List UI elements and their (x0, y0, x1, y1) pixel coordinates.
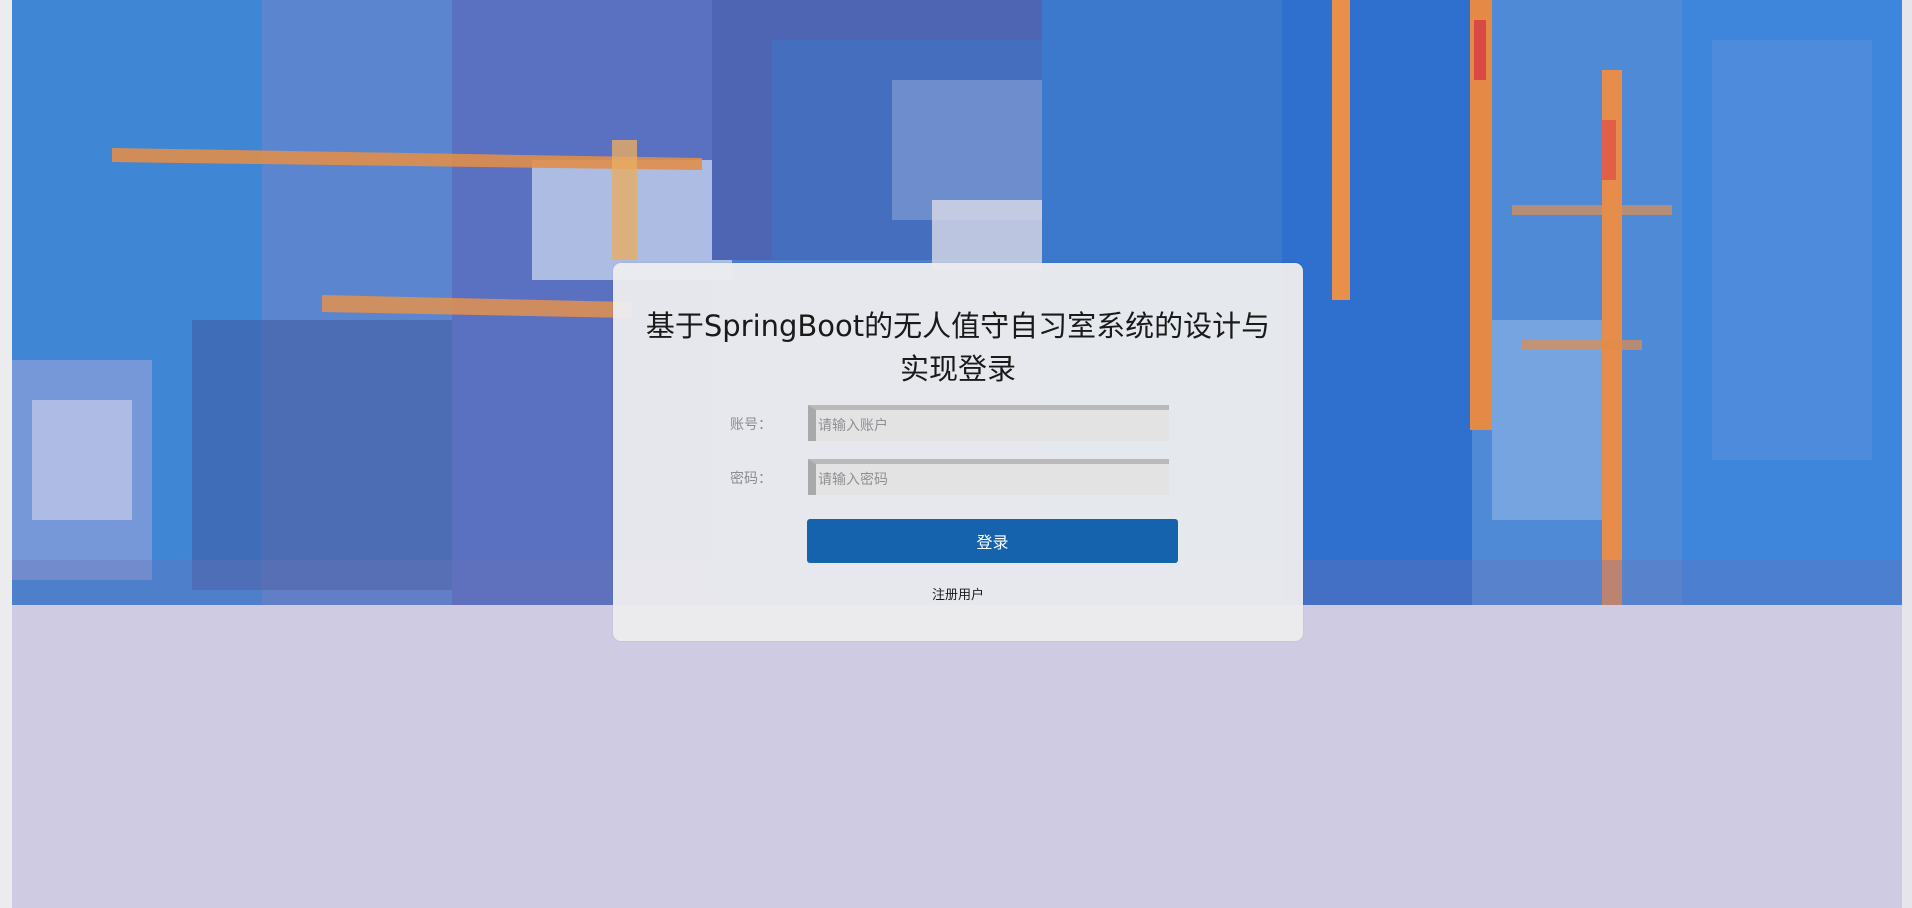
password-row: 密码： (613, 459, 1303, 495)
account-row: 账号： (613, 405, 1303, 441)
login-title: 基于SpringBoot的无人值守自习室系统的设计与实现登录 (645, 309, 1271, 386)
page-edge-right (1902, 0, 1912, 908)
account-label: 账号： (730, 417, 772, 433)
page-edge-left (0, 0, 12, 908)
login-panel: 基于SpringBoot的无人值守自习室系统的设计与实现登录 账号： 密码： 登… (613, 263, 1303, 641)
login-button[interactable]: 登录 (807, 519, 1178, 563)
register-link[interactable]: 注册用户 (613, 584, 1303, 603)
background-lower (12, 605, 1902, 908)
password-label: 密码： (730, 471, 772, 487)
account-input[interactable] (808, 405, 1169, 441)
password-input[interactable] (808, 459, 1169, 495)
